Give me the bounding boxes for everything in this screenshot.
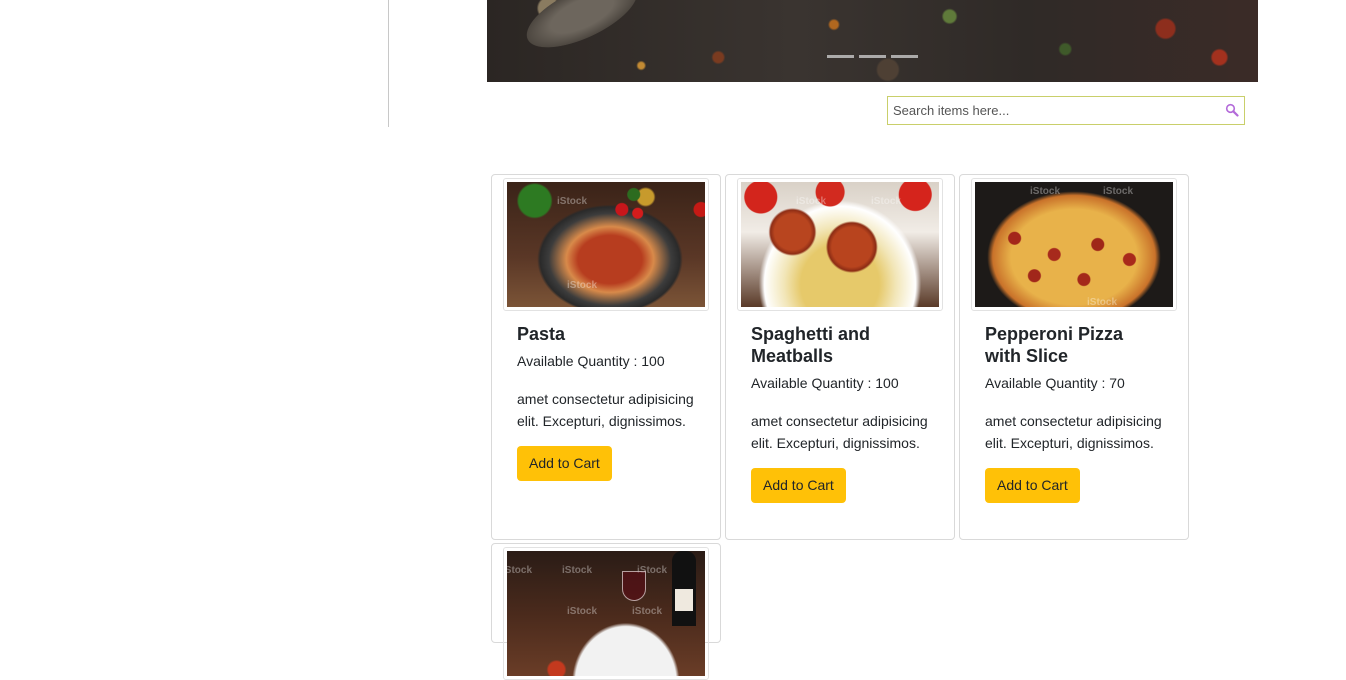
product-image-frame: iStock iStock — [503, 178, 709, 311]
wine-glass — [622, 571, 646, 601]
pizza-photo: iStock iStock iStock — [975, 182, 1173, 307]
carousel-indicator-3[interactable] — [891, 55, 918, 58]
product-card: iStock iStock iStock Pepperoni Pizza wit… — [959, 174, 1189, 540]
sidebar-divider — [388, 0, 389, 127]
product-card: iStock iStock iStock iStock iStock — [491, 543, 721, 680]
product-image-frame: iStock iStock iStock iStock iStock — [503, 547, 709, 680]
carousel-indicators — [827, 55, 918, 58]
hero-carousel — [487, 0, 1258, 82]
product-card: iStock iStock Spaghetti and Meatballs Av… — [725, 174, 955, 540]
search-icon[interactable] — [1225, 103, 1239, 117]
product-quantity: Available Quantity : 100 — [517, 353, 665, 369]
meatballs-photo: iStock iStock — [741, 182, 939, 307]
carousel-indicator-2[interactable] — [859, 55, 886, 58]
search-input[interactable] — [888, 97, 1213, 124]
product-description: amet consectetur adipisicing elit. Excep… — [517, 391, 694, 429]
product-title: Pasta — [517, 324, 566, 344]
add-to-cart-button[interactable]: Add to Cart — [751, 468, 846, 503]
carousel-indicator-1[interactable] — [827, 55, 854, 58]
product-quantity: Available Quantity : 70 — [985, 375, 1125, 391]
product-image-frame: iStock iStock iStock — [971, 178, 1177, 311]
product-card: iStock iStock Pasta Available Quantity :… — [491, 174, 721, 540]
add-to-cart-button[interactable]: Add to Cart — [985, 468, 1080, 503]
product-title: Pepperoni Pizza with Slice — [985, 324, 1124, 366]
product-description: amet consectetur adipisicing elit. Excep… — [751, 413, 928, 451]
product-title: Spaghetti and Meatballs — [751, 324, 871, 366]
product-image-frame: iStock iStock — [737, 178, 943, 311]
hero-image-spoon — [517, 0, 647, 62]
product-description: amet consectetur adipisicing elit. Excep… — [985, 413, 1162, 451]
bottle-label — [675, 589, 693, 611]
dinner-photo: iStock iStock iStock iStock iStock — [507, 551, 705, 676]
search-box — [887, 96, 1245, 125]
pasta-photo: iStock iStock — [507, 182, 705, 307]
add-to-cart-button[interactable]: Add to Cart — [517, 446, 612, 481]
product-quantity: Available Quantity : 100 — [751, 375, 899, 391]
